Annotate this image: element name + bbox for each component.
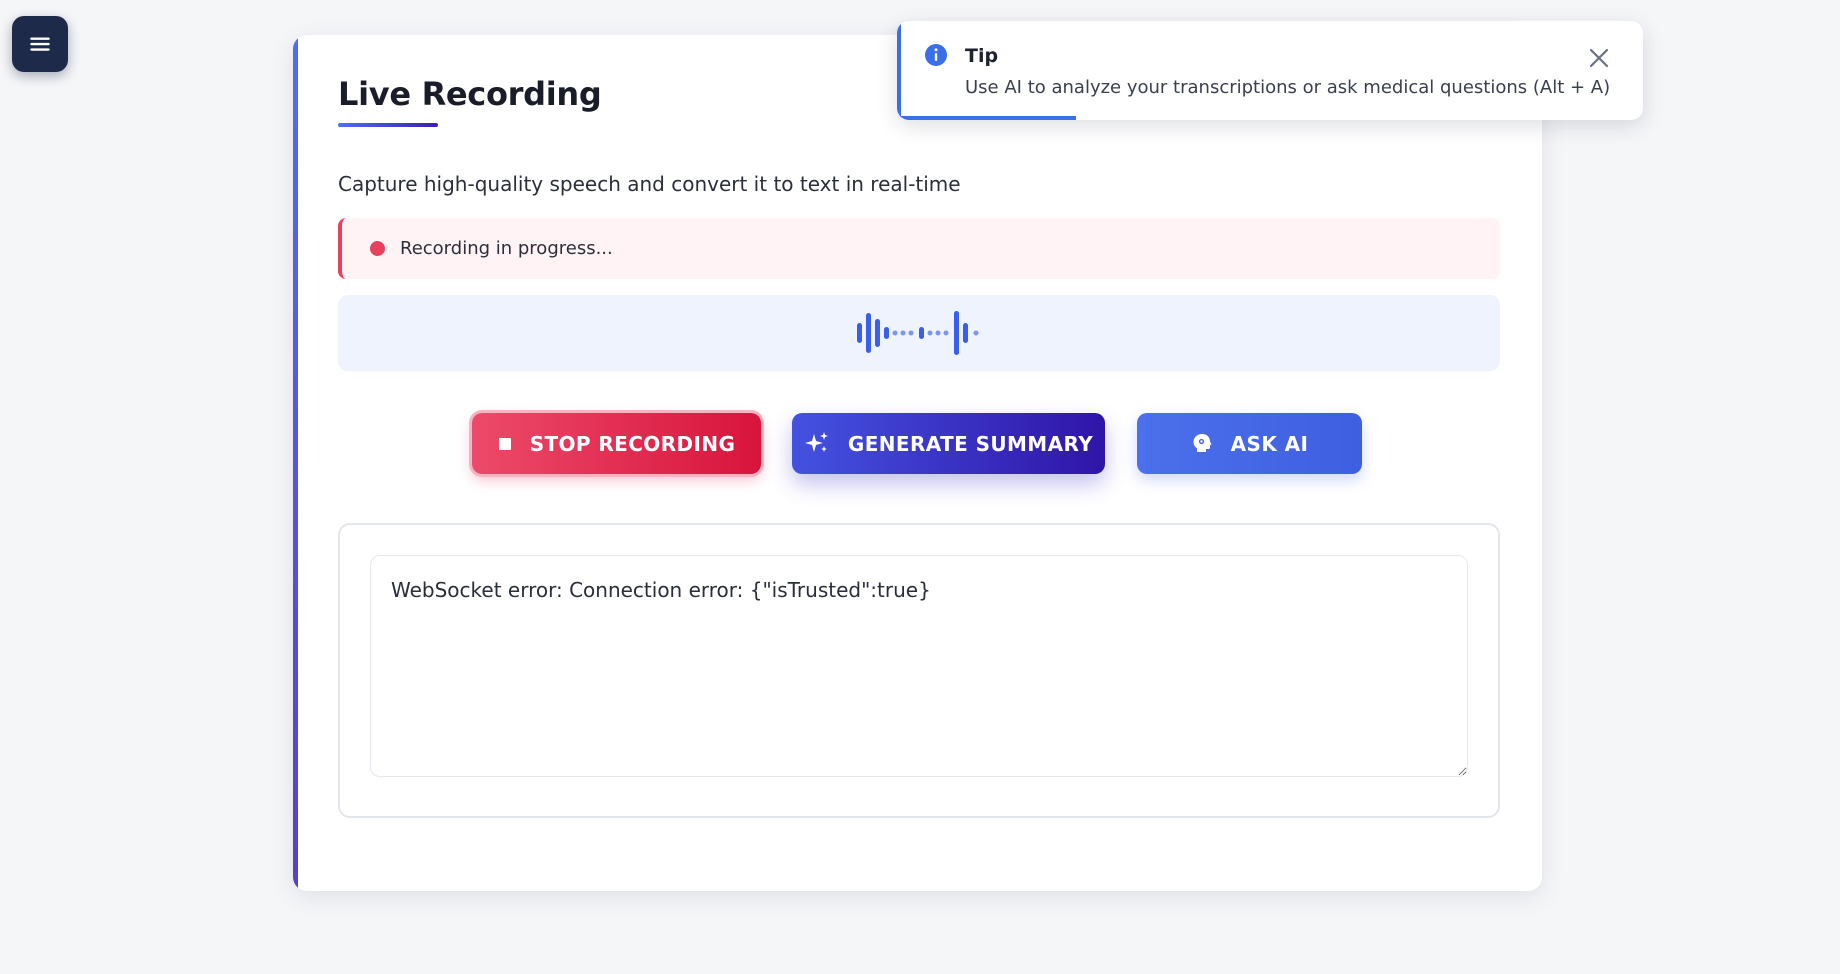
menu-button[interactable]	[12, 16, 68, 72]
info-circle-icon	[925, 44, 947, 66]
brain-bulb-icon	[1191, 432, 1213, 456]
hamburger-menu-icon	[30, 37, 50, 51]
ask-ai-label: ASK AI	[1230, 431, 1309, 456]
recording-status-text: Recording in progress...	[400, 238, 613, 259]
ask-ai-button[interactable]: ASK AI	[1137, 413, 1362, 474]
generate-summary-button[interactable]: GENERATE SUMMARY	[792, 413, 1105, 474]
recording-status-banner: Recording in progress...	[338, 218, 1500, 279]
stop-square-icon	[498, 437, 512, 451]
sparkles-icon	[804, 431, 830, 457]
stop-recording-label: STOP RECORDING	[529, 431, 736, 456]
close-x-icon[interactable]	[1587, 46, 1611, 70]
action-buttons: STOP RECORDING GENERATE SUMMARY ASK AI	[293, 413, 1542, 483]
transcript-textarea[interactable]	[370, 555, 1468, 777]
tip-toast: Tip Use AI to analyze your transcription…	[897, 21, 1643, 120]
generate-summary-label: GENERATE SUMMARY	[847, 431, 1094, 456]
live-recording-card: Live Recording Capture high-quality spee…	[293, 35, 1542, 891]
toast-progress-bar	[897, 116, 1077, 120]
audio-waveform	[338, 295, 1500, 371]
transcript-container	[338, 523, 1500, 818]
audio-waveform-icon	[857, 311, 979, 355]
toast-message: Use AI to analyze your transcriptions or…	[965, 77, 1611, 98]
toast-accent-bar	[897, 21, 901, 120]
page-title: Live Recording	[338, 75, 602, 113]
toast-title: Tip	[965, 45, 999, 67]
title-underline	[338, 123, 438, 127]
page-subtitle: Capture high-quality speech and convert …	[338, 172, 961, 196]
stop-recording-button[interactable]: STOP RECORDING	[472, 413, 761, 474]
recording-dot-icon	[370, 241, 385, 256]
